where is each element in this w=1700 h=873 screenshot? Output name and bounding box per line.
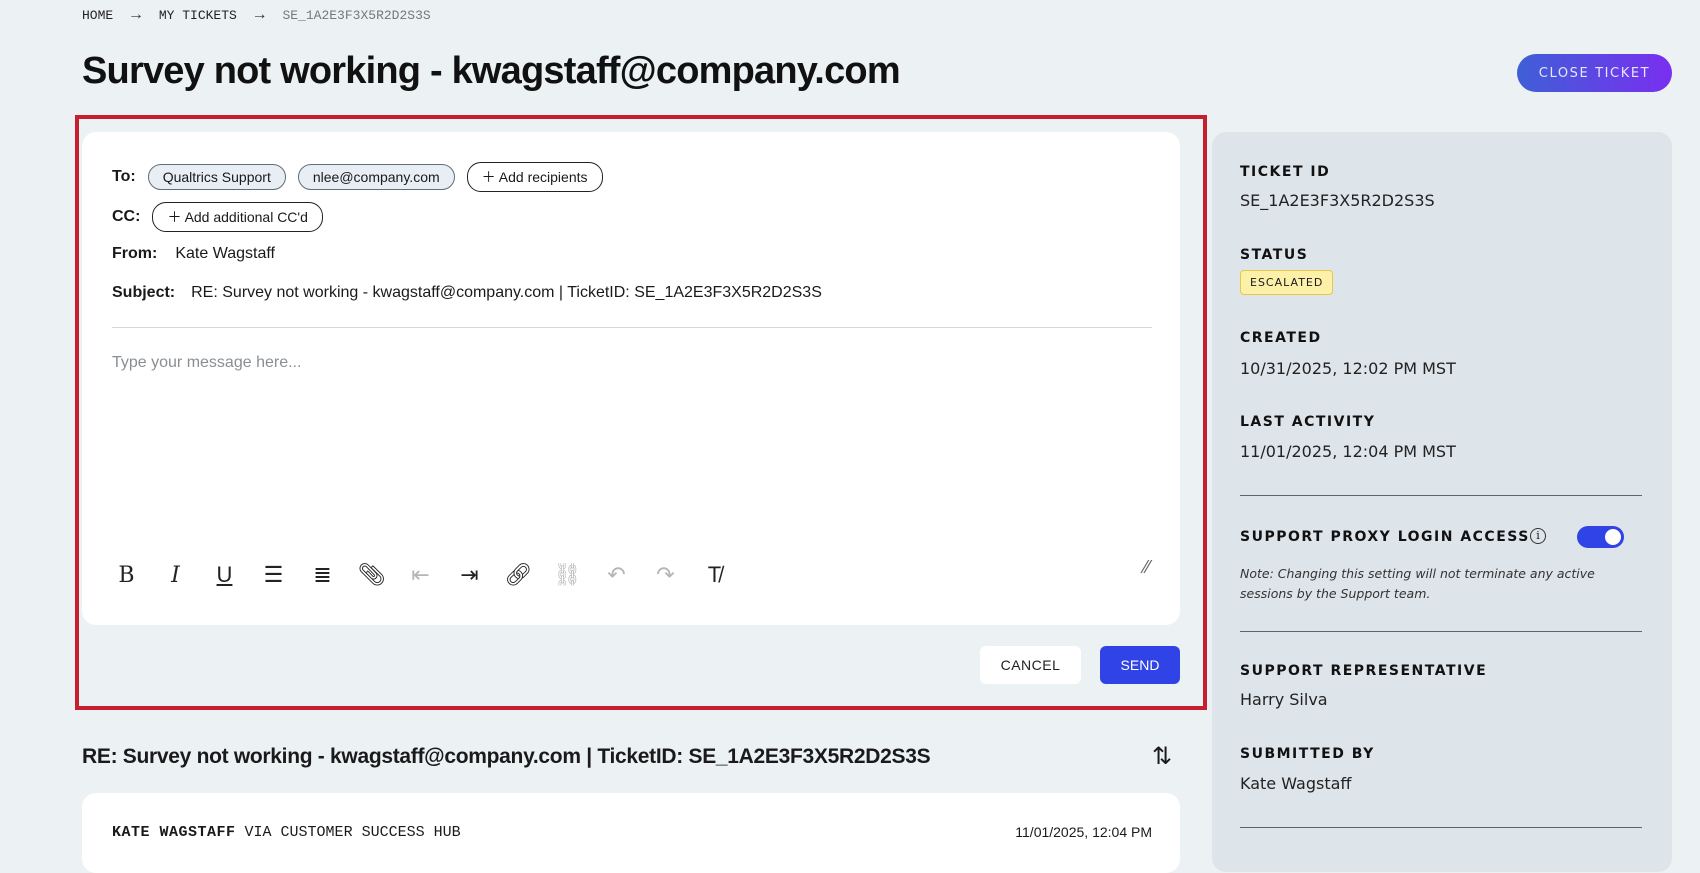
numbered-list-icon[interactable]: ≣ [308,560,337,590]
add-recipients-button[interactable]: ＋ Add recipients [466,162,603,192]
message-card: KATE WAGSTAFF VIA CUSTOMER SUCCESS HUB 1… [82,793,1180,873]
status-badge: ESCALATED [1240,270,1334,295]
indent-icon[interactable]: ⇥ [455,560,484,590]
cc-label: CC: [112,208,141,225]
add-cc-label: Add additional CC'd [184,209,308,225]
compose-card: To: Qualtrics Support nlee@company.com ＋… [82,132,1180,625]
subject-value: RE: Survey not working - kwagstaff@compa… [191,284,822,301]
last-activity-label: LAST ACTIVITY [1240,414,1376,430]
breadcrumb-home[interactable]: HOME [82,8,113,23]
unlink-icon[interactable]: ⛓︎ [553,560,582,590]
divider [1240,631,1642,632]
proxy-access-label: SUPPORT PROXY LOGIN ACCESS [1240,529,1530,545]
submitted-by-label: SUBMITTED BY [1240,746,1375,762]
cc-row: CC: ＋ Add additional CC'd [112,202,323,232]
add-recipients-label: Add recipients [498,169,588,185]
undo-icon[interactable]: ↶ [602,560,631,590]
ticket-details-panel: TICKET ID SE_1A2E3F3X5R2D2S3S STATUS ESC… [1212,132,1672,872]
underline-icon[interactable]: U [210,560,239,590]
bullet-list-icon[interactable]: ☰ [259,560,288,590]
resize-handle-icon[interactable]: ⁄⁄ [1144,557,1150,578]
status-label: STATUS [1240,247,1309,263]
arrow-right-icon: → [131,6,141,24]
formatting-toolbar: B I U ☰ ≣ 📎︎ ⇤ ⇥ 🔗︎ ⛓︎ ↶ ↷ T̸ [112,560,729,590]
divider [112,327,1152,328]
proxy-access-note: Note: Changing this setting will not ter… [1240,566,1595,601]
created-value: 10/31/2025, 12:02 PM MST [1240,359,1456,378]
divider [1240,495,1642,496]
breadcrumb-current: SE_1A2E3F3X5R2D2S3S [282,7,431,23]
from-value: Kate Wagstaff [175,245,275,262]
breadcrumb-my-tickets[interactable]: MY TICKETS [159,8,237,23]
from-label: From: [112,245,158,262]
bold-icon[interactable]: B [112,560,141,590]
ticket-id-label: TICKET ID [1240,164,1331,180]
subject-label: Subject: [112,284,176,301]
attachment-icon[interactable]: 📎︎ [357,560,386,590]
send-button[interactable]: SEND [1100,646,1180,684]
subject-row: Subject: RE: Survey not working - kwagst… [112,284,822,302]
add-cc-button[interactable]: ＋ Add additional CC'd [152,202,323,232]
to-label: To: [112,168,136,185]
support-rep-label: SUPPORT REPRESENTATIVE [1240,663,1488,679]
breadcrumb: HOME → MY TICKETS → SE_1A2E3F3X5R2D2S3S [82,6,431,24]
message-source: VIA CUSTOMER SUCCESS HUB [244,824,461,841]
from-row: From: Kate Wagstaff [112,245,275,263]
to-row: To: Qualtrics Support nlee@company.com ＋… [112,162,603,192]
clear-format-icon[interactable]: T̸ [700,560,729,590]
cancel-button[interactable]: CANCEL [980,646,1081,684]
italic-icon[interactable]: I [161,560,190,590]
message-input[interactable]: Type your message here... [112,354,301,372]
info-icon[interactable]: i [1530,528,1546,544]
last-activity-value: 11/01/2025, 12:04 PM MST [1240,442,1456,461]
plus-icon: ＋ [167,209,185,225]
support-rep-value: Harry Silva [1240,690,1328,709]
plus-icon: ＋ [481,169,499,185]
author-name: KATE WAGSTAFF [112,824,236,841]
arrow-right-icon: → [254,6,265,24]
outdent-icon[interactable]: ⇤ [406,560,435,590]
recipient-chip[interactable]: nlee@company.com [297,164,455,190]
divider [1240,827,1642,828]
redo-icon[interactable]: ↷ [651,560,680,590]
ticket-id-value: SE_1A2E3F3X5R2D2S3S [1240,191,1435,210]
message-timestamp: 11/01/2025, 12:04 PM [1015,824,1152,840]
created-label: CREATED [1240,330,1322,346]
page-title: Survey not working - kwagstaff@company.c… [82,50,901,92]
link-icon[interactable]: 🔗︎ [504,560,533,590]
sort-icon[interactable]: ⇅ [1152,742,1172,771]
thread-subject: RE: Survey not working - kwagstaff@compa… [82,745,931,768]
recipient-chip[interactable]: Qualtrics Support [147,164,286,190]
message-author: KATE WAGSTAFF VIA CUSTOMER SUCCESS HUB [112,824,461,841]
close-ticket-button[interactable]: CLOSE TICKET [1517,54,1672,92]
proxy-access-toggle[interactable] [1577,526,1624,548]
submitted-by-value: Kate Wagstaff [1240,774,1352,793]
